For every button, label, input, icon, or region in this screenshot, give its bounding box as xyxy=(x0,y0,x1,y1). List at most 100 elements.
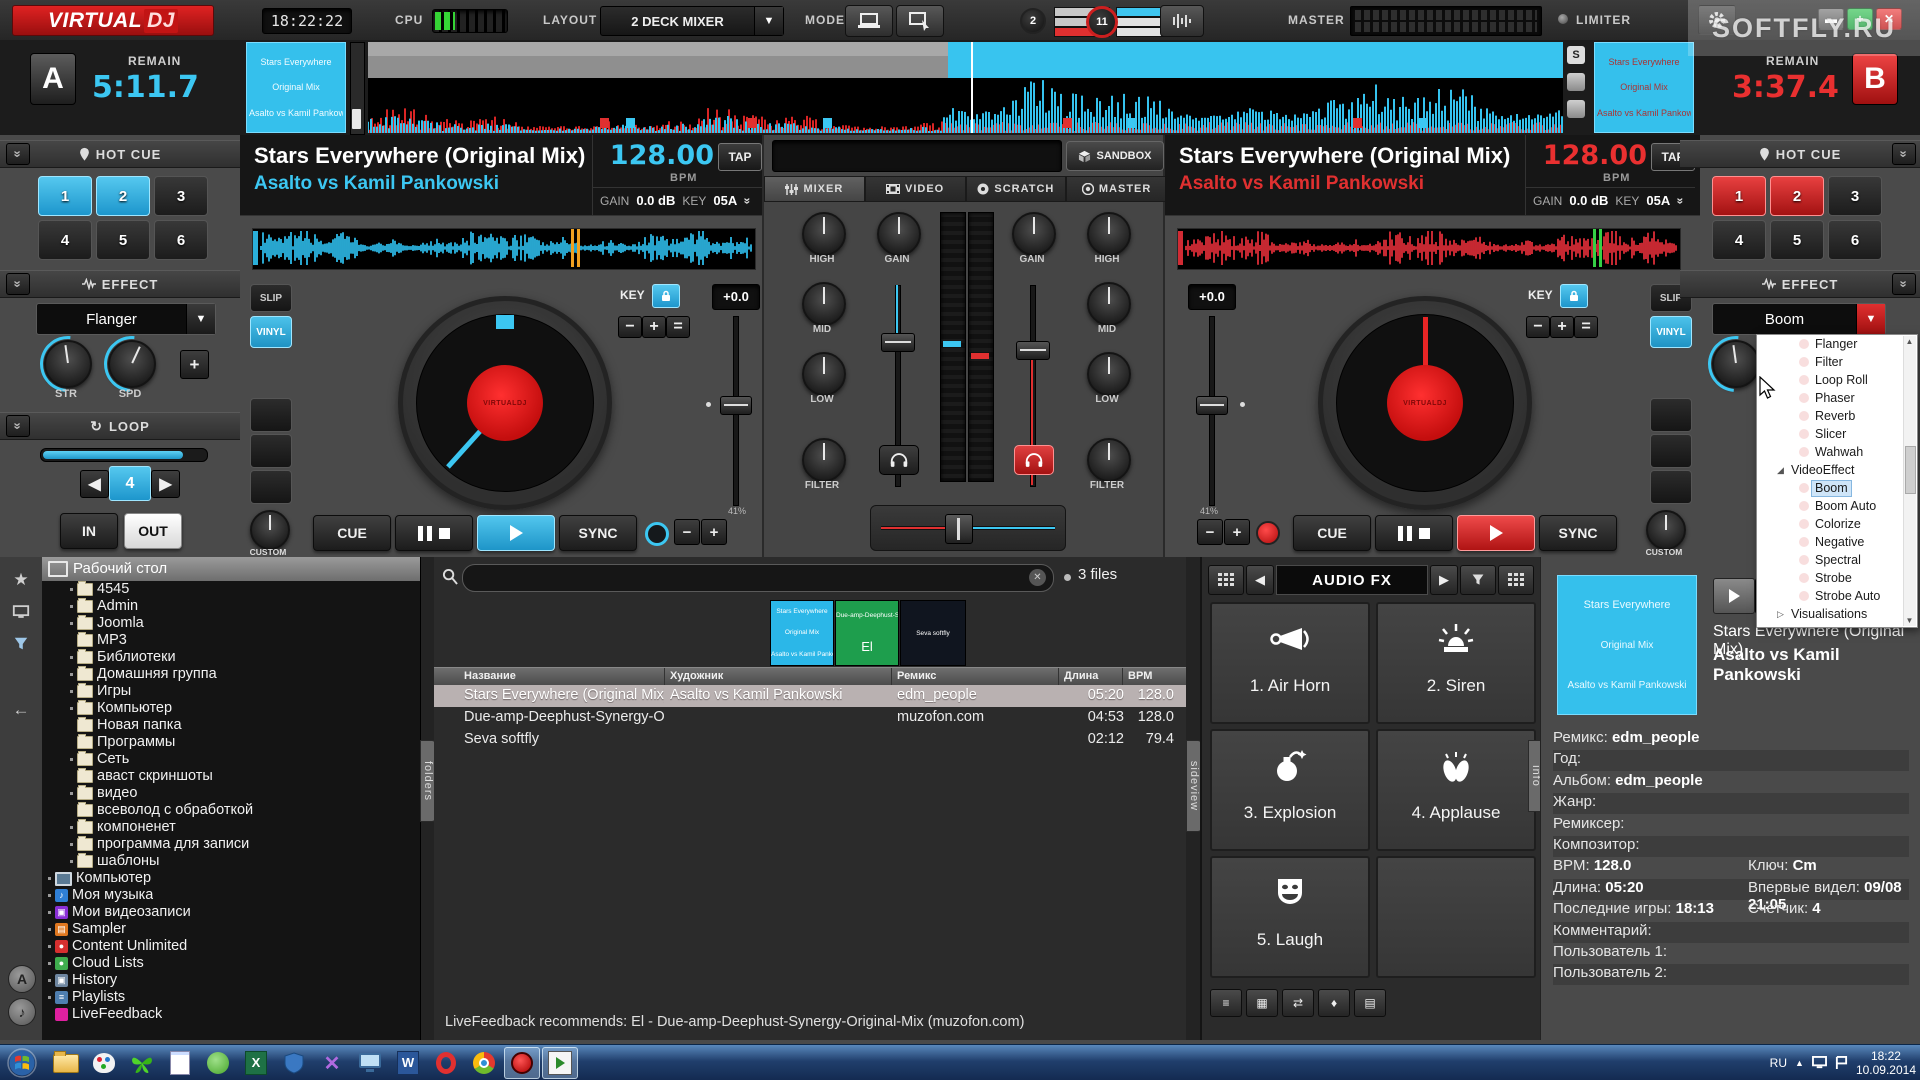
search-input[interactable]: ✕ xyxy=(462,564,1054,592)
tray-language[interactable]: RU xyxy=(1770,1056,1787,1070)
hot-cue-a-1[interactable]: 1 xyxy=(38,176,92,216)
prev-page-button[interactable]: ◀ xyxy=(1246,565,1274,595)
deck-b-slider-button-3[interactable] xyxy=(1567,100,1585,118)
tree-item[interactable]: 4545 xyxy=(42,581,420,598)
sampler-pad-air-horn[interactable]: 1. Air Horn xyxy=(1210,602,1370,724)
mode-external-button[interactable] xyxy=(896,5,944,37)
channel-b-headphone-button[interactable] xyxy=(1014,445,1054,475)
tray-clock[interactable]: 18:22 10.09.2014 xyxy=(1856,1049,1916,1077)
deck-a-key-plus-button[interactable]: + xyxy=(642,316,666,338)
file-row[interactable]: ♪♪Due-amp-Deephust-Synergy-Original-Mix … xyxy=(434,707,1186,729)
tree-item[interactable]: Компьютер xyxy=(42,700,420,717)
music-note-badge[interactable]: ♪ xyxy=(8,998,36,1026)
deck-a-vinyl-button[interactable]: VINYL xyxy=(250,316,292,348)
taskbar-icon-explorer[interactable] xyxy=(48,1047,84,1079)
column-header-2[interactable]: Художник xyxy=(670,670,723,682)
effect-str-knob[interactable] xyxy=(28,324,108,404)
deck-b-record-button[interactable] xyxy=(1256,521,1280,545)
tree-item[interactable]: ♪ Моя музыка xyxy=(42,887,420,904)
toolbar-mic-icon[interactable]: ♦ xyxy=(1318,989,1350,1017)
deck-a-key-reset-button[interactable]: = xyxy=(666,316,690,338)
deck-a-pad-1[interactable] xyxy=(250,398,292,432)
tree-item[interactable]: компоненет xyxy=(42,819,420,836)
channel-b-filter-knob[interactable] xyxy=(1087,438,1131,482)
chevron-down-icon[interactable]: ▼ xyxy=(754,7,783,35)
tree-item[interactable]: Компьютер xyxy=(42,870,420,887)
tree-item[interactable]: ▣ Мои видеозаписи xyxy=(42,904,420,921)
channel-b-fader-handle[interactable] xyxy=(1016,341,1050,360)
deck-a-pad-2[interactable] xyxy=(250,434,292,468)
taskbar-icon-chrome[interactable] xyxy=(466,1047,502,1079)
tree-item[interactable]: ● Content Unlimited xyxy=(42,938,420,955)
deck-b-key-reset-button[interactable]: = xyxy=(1574,316,1598,338)
column-header-4[interactable]: Длина xyxy=(1064,670,1098,682)
preview-tile[interactable]: Seva softfly xyxy=(900,600,966,666)
deck-b-minus-button[interactable]: − xyxy=(1197,519,1223,545)
hot-cue-a-3[interactable]: 3 xyxy=(154,176,208,216)
sandbox-button[interactable]: SANDBOX xyxy=(1066,141,1164,171)
deck-b-s-button[interactable]: S xyxy=(1567,46,1585,64)
tray-display-icon[interactable] xyxy=(1811,1056,1827,1070)
tree-item[interactable]: ▤ Sampler xyxy=(42,921,420,938)
back-arrow-icon[interactable]: ← xyxy=(8,697,34,723)
chevron-down-icon[interactable]: ▼ xyxy=(1856,304,1885,334)
tree-item-root[interactable]: Рабочий стол xyxy=(42,557,420,581)
file-row[interactable]: ♪♪Seva softfly02:1279.4 xyxy=(434,729,1186,751)
effect-spd-knob[interactable] xyxy=(92,324,172,404)
clear-search-icon[interactable]: ✕ xyxy=(1029,569,1046,586)
deck-a-expand-chevron-icon[interactable]: » xyxy=(741,197,755,204)
deck-a-play-button[interactable] xyxy=(477,515,555,551)
deck-a-tap-button[interactable]: TAP xyxy=(718,143,762,171)
collapse-effect-right-button[interactable]: » xyxy=(1892,273,1916,295)
file-table-header[interactable]: Название Художник Ремикс Длина BPM xyxy=(434,667,1186,687)
deck-a-overview-slider[interactable] xyxy=(350,42,365,135)
sampler-pad-applause[interactable]: 4. Applause xyxy=(1376,729,1536,851)
effect-menu-item-negative[interactable]: Negative xyxy=(1757,533,1917,551)
deck-count-badge[interactable]: 2 xyxy=(1020,8,1046,34)
tree-item[interactable]: Новая папка xyxy=(42,717,420,734)
effect-menu-item-filter[interactable]: Filter xyxy=(1757,353,1917,371)
tray-expand-icon[interactable]: ▲ xyxy=(1795,1058,1804,1068)
deck-a-key-lock-button[interactable] xyxy=(652,284,680,308)
add-effect-button[interactable]: + xyxy=(180,350,209,379)
toolbar-shuffle-icon[interactable]: ⇄ xyxy=(1282,989,1314,1017)
menu-scrollbar-thumb[interactable] xyxy=(1905,446,1916,494)
next-page-button[interactable]: ▶ xyxy=(1430,565,1458,595)
effect-menu-item-strobe-auto[interactable]: Strobe Auto xyxy=(1757,587,1917,605)
channel-b-low-knob[interactable] xyxy=(1087,352,1131,396)
collapse-effect-left-button[interactable]: » xyxy=(6,273,30,295)
maximize-button[interactable]: + xyxy=(1847,8,1873,30)
favorites-star-icon[interactable]: ★ xyxy=(8,567,34,593)
tree-item[interactable]: всеволод с обработкой xyxy=(42,802,420,819)
column-header-1[interactable]: Название xyxy=(464,670,516,682)
monitor-icon[interactable] xyxy=(8,599,34,625)
settings-button[interactable] xyxy=(1698,5,1736,35)
effect-menu-item-colorize[interactable]: Colorize xyxy=(1757,515,1917,533)
deck-b-key-minus-button[interactable]: − xyxy=(1526,316,1550,338)
effect-select-right[interactable]: Boom ▼ xyxy=(1712,303,1886,335)
tree-item[interactable]: Программы xyxy=(42,734,420,751)
tree-item[interactable]: Сеть xyxy=(42,751,420,768)
tab-video[interactable]: VIDEO xyxy=(864,176,966,202)
effect-menu-item-phaser[interactable]: Phaser xyxy=(1757,389,1917,407)
pad-filter-button[interactable] xyxy=(1460,565,1496,595)
deck-b-sync-button[interactable]: SYNC xyxy=(1539,515,1617,551)
sampler-pad-explosion[interactable]: 3. Explosion xyxy=(1210,729,1370,851)
sampler-pad-siren[interactable]: 2. Siren xyxy=(1376,602,1536,724)
deck-b-pad-1[interactable] xyxy=(1650,398,1692,432)
deck-a-minus-button[interactable]: − xyxy=(674,519,700,545)
effect-menu-item-flanger[interactable]: Flanger xyxy=(1757,335,1917,353)
crossfader-handle[interactable] xyxy=(945,514,973,544)
effect-menu-item-wahwah[interactable]: Wahwah xyxy=(1757,443,1917,461)
tab-master[interactable]: MASTER xyxy=(1066,176,1167,202)
taskbar-icon-notepad[interactable] xyxy=(162,1047,198,1079)
channel-a-headphone-button[interactable] xyxy=(879,445,919,475)
deck-a-jog-wheel[interactable]: VIRTUALDJ xyxy=(398,296,612,510)
deck-a-plus-button[interactable]: + xyxy=(701,519,727,545)
effect-menu-item-loop-roll[interactable]: Loop Roll xyxy=(1757,371,1917,389)
effect-menu-item-visualisations[interactable]: ▷ Visualisations xyxy=(1757,605,1917,623)
deck-b-pause-button[interactable] xyxy=(1375,515,1453,551)
deck-b-pad-3[interactable] xyxy=(1650,470,1692,504)
pad-page-grid-button[interactable] xyxy=(1208,565,1244,595)
column-header-5[interactable]: BPM xyxy=(1128,670,1152,682)
